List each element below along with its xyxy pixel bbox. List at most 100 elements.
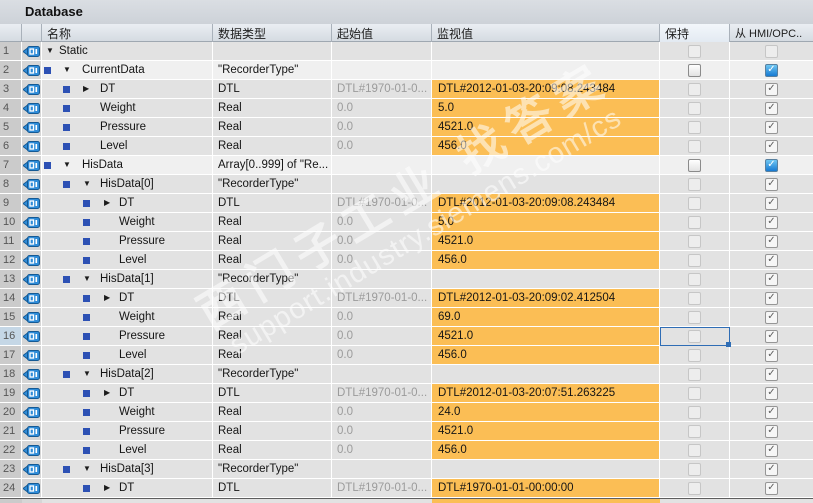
retain-cell[interactable] (660, 42, 730, 61)
hmi-opc-cell[interactable]: ✓ (730, 403, 813, 422)
start-value-cell[interactable] (332, 175, 432, 194)
hmi-opc-cell[interactable]: ✓ (730, 308, 813, 327)
start-value-cell[interactable]: 0.0 (332, 403, 432, 422)
hmi-opc-cell[interactable]: ✓ (730, 213, 813, 232)
start-value-cell[interactable]: 0.0 (332, 213, 432, 232)
hmi-opc-checkbox[interactable]: ✓ (765, 443, 778, 457)
row-number[interactable]: 9 (0, 194, 22, 213)
row-number[interactable]: 5 (0, 118, 22, 137)
retain-checkbox[interactable] (688, 139, 701, 153)
monitor-value-cell[interactable]: DTL#2012-01-03-20:07:51.263225 (432, 384, 660, 403)
start-value-cell[interactable]: 0.0 (332, 327, 432, 346)
monitor-value-cell[interactable] (432, 61, 660, 80)
retain-cell[interactable] (660, 460, 730, 479)
table-row[interactable]: 1 ▼ Static (0, 42, 813, 61)
monitor-value-cell[interactable]: 5.0 (432, 99, 660, 118)
name-cell[interactable]: Level (42, 251, 213, 270)
monitor-value-cell[interactable] (432, 365, 660, 384)
retain-cell[interactable] (660, 308, 730, 327)
name-cell[interactable]: ▼ CurrentData (42, 61, 213, 80)
monitor-value-cell[interactable] (432, 270, 660, 289)
start-value-cell[interactable] (332, 61, 432, 80)
monitor-value-cell[interactable] (432, 175, 660, 194)
table-row[interactable]: 14 ▶ DT DTL DTL#1970-01-0... DTL#2012-01-03-2… (0, 289, 813, 308)
datatype-cell[interactable]: Real (213, 99, 332, 118)
hmi-opc-cell[interactable]: ✓ (730, 270, 813, 289)
start-value-cell[interactable]: 0.0 (332, 346, 432, 365)
name-cell[interactable]: ▼ HisData (42, 156, 213, 175)
retain-cell[interactable] (660, 384, 730, 403)
hmi-opc-cell[interactable]: ✓ (730, 327, 813, 346)
name-cell[interactable]: Level (42, 441, 213, 460)
name-cell[interactable]: ▶ DT (42, 80, 213, 99)
start-value-cell[interactable]: DTL#1970-01-0... (332, 384, 432, 403)
retain-cell[interactable] (660, 99, 730, 118)
table-row[interactable]: 5 Pressure Real 0.0 4521.0 ✓ (0, 118, 813, 137)
row-number[interactable]: 22 (0, 441, 22, 460)
header-datatype[interactable]: 数据类型 (213, 24, 332, 42)
monitor-value-cell[interactable]: DTL#1970-01-01-00:00:00 (432, 479, 660, 498)
retain-checkbox[interactable] (688, 386, 701, 400)
retain-cell[interactable] (660, 479, 730, 498)
row-number[interactable]: 18 (0, 365, 22, 384)
retain-checkbox[interactable] (688, 291, 701, 305)
datatype-cell[interactable]: Real (213, 137, 332, 156)
hmi-opc-checkbox[interactable]: ✓ (765, 63, 778, 77)
hmi-opc-cell[interactable]: ✓ (730, 118, 813, 137)
datatype-cell[interactable]: Real (213, 118, 332, 137)
retain-cell[interactable] (660, 118, 730, 137)
name-cell[interactable]: Weight (42, 403, 213, 422)
table-row[interactable]: 18 ▼ HisData[2] "RecorderType" ✓ (0, 365, 813, 384)
start-value-cell[interactable]: 0.0 (332, 422, 432, 441)
hmi-opc-checkbox[interactable]: ✓ (765, 462, 778, 476)
retain-checkbox[interactable] (688, 215, 701, 229)
retain-cell[interactable] (660, 156, 730, 175)
monitor-value-cell[interactable]: 4521.0 (432, 422, 660, 441)
name-cell[interactable]: ▶ DT (42, 194, 213, 213)
name-cell[interactable]: Level (42, 346, 213, 365)
retain-checkbox[interactable] (688, 272, 701, 286)
datatype-cell[interactable]: DTL (213, 384, 332, 403)
start-value-cell[interactable] (332, 460, 432, 479)
name-cell[interactable]: Level (42, 137, 213, 156)
datatype-cell[interactable]: Real (213, 213, 332, 232)
hmi-opc-cell[interactable]: ✓ (730, 251, 813, 270)
name-cell[interactable]: Pressure (42, 327, 213, 346)
table-row[interactable]: 21 Pressure Real 0.0 4521.0 ✓ (0, 422, 813, 441)
monitor-value-cell[interactable]: 24.0 (432, 403, 660, 422)
table-row[interactable]: 6 Level Real 0.0 456.0 ✓ (0, 137, 813, 156)
hmi-opc-checkbox[interactable]: ✓ (765, 101, 778, 115)
name-cell[interactable]: ▼ HisData[3] (42, 460, 213, 479)
hmi-opc-cell[interactable] (730, 42, 813, 61)
name-cell[interactable]: ▼ Static (42, 42, 213, 61)
retain-checkbox[interactable] (688, 120, 701, 134)
datatype-cell[interactable]: "RecorderType" (213, 175, 332, 194)
row-number[interactable]: 7 (0, 156, 22, 175)
row-number[interactable]: 2 (0, 61, 22, 80)
collapse-icon[interactable]: ▼ (83, 464, 91, 473)
row-number[interactable]: 8 (0, 175, 22, 194)
monitor-value-cell[interactable]: 4521.0 (432, 232, 660, 251)
table-row[interactable]: 7 ▼ HisData Array[0..999] of "Re... ✓ (0, 156, 813, 175)
datatype-cell[interactable]: Real (213, 441, 332, 460)
row-number[interactable]: 3 (0, 80, 22, 99)
retain-cell[interactable] (660, 270, 730, 289)
monitor-value-cell[interactable]: 456.0 (432, 251, 660, 270)
retain-checkbox[interactable] (688, 82, 701, 96)
expand-icon[interactable]: ▶ (104, 483, 110, 492)
table-row[interactable]: 4 Weight Real 0.0 5.0 ✓ (0, 99, 813, 118)
hmi-opc-cell[interactable]: ✓ (730, 384, 813, 403)
retain-cell[interactable] (660, 175, 730, 194)
monitor-value-cell[interactable]: DTL#2012-01-03-20:09:08.243484 (432, 194, 660, 213)
hmi-opc-checkbox[interactable]: ✓ (765, 386, 778, 400)
retain-checkbox[interactable] (688, 348, 701, 362)
monitor-value-cell[interactable]: 5.0 (432, 213, 660, 232)
table-row[interactable]: 13 ▼ HisData[1] "RecorderType" ✓ (0, 270, 813, 289)
hmi-opc-checkbox[interactable]: ✓ (765, 367, 778, 381)
monitor-value-cell[interactable]: 4521.0 (432, 118, 660, 137)
start-value-cell[interactable]: 0.0 (332, 118, 432, 137)
datatype-cell[interactable]: "RecorderType" (213, 270, 332, 289)
hmi-opc-checkbox[interactable]: ✓ (765, 253, 778, 267)
expand-icon[interactable]: ▶ (104, 388, 110, 397)
hmi-opc-checkbox[interactable]: ✓ (765, 424, 778, 438)
